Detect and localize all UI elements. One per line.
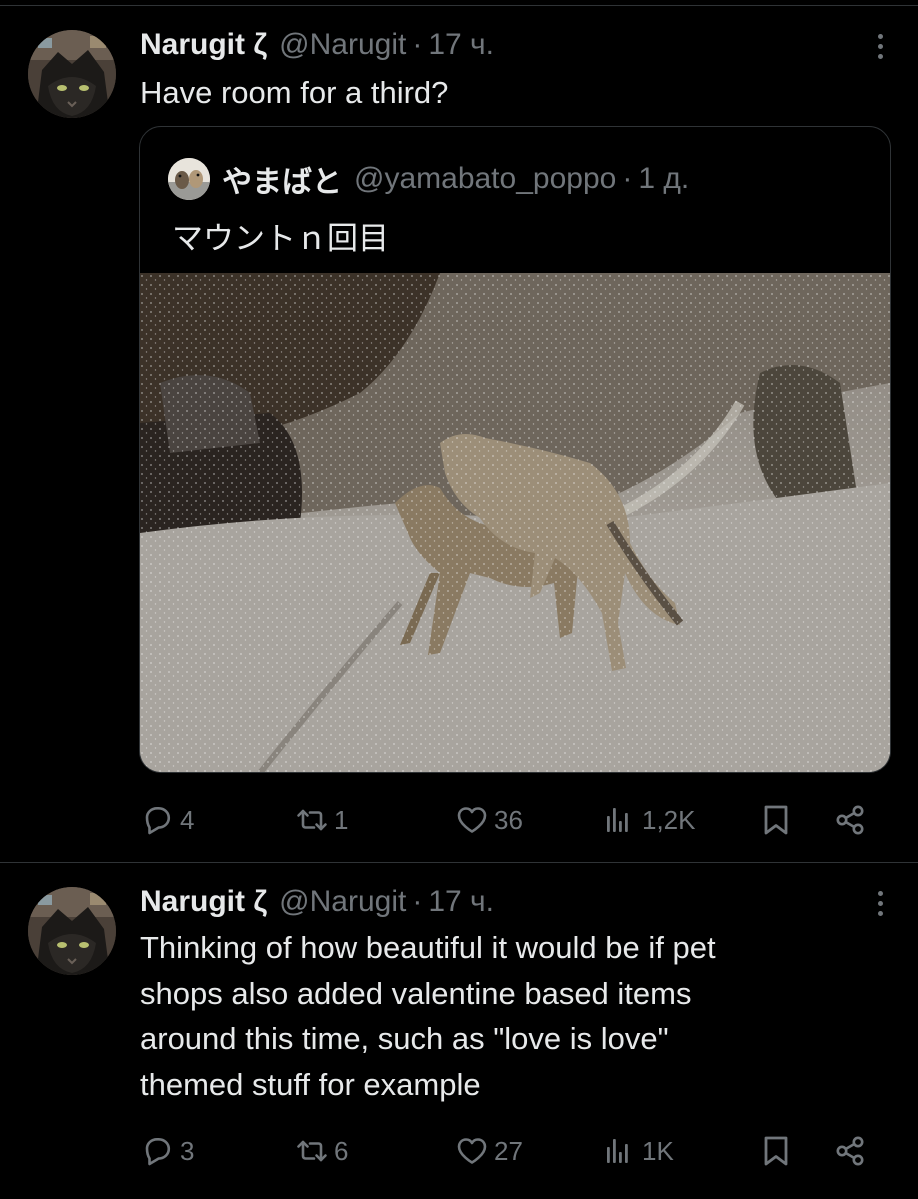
quoted-tweet-header: やまばと @yamabato_poppo · 1 д. <box>168 157 689 201</box>
more-options-icon[interactable] <box>876 891 884 921</box>
tweet[interactable]: Narugit ζ @Narugit · 17 ч. Thinking of h… <box>0 863 918 1199</box>
photo-two-wolves-in-snow-icon <box>140 273 890 772</box>
share-icon <box>836 1136 864 1166</box>
like-count: 27 <box>494 1135 523 1166</box>
views-icon <box>607 1139 628 1163</box>
view-count: 1,2K <box>642 804 696 835</box>
tweet-text-line: shops also added valentine based items <box>140 975 692 1011</box>
author-handle[interactable]: @Narugit <box>279 885 406 919</box>
more-options-icon[interactable] <box>876 34 884 64</box>
bookmark-icon <box>764 1136 788 1166</box>
quoted-photo[interactable] <box>140 273 890 772</box>
separator-dot: · <box>622 162 633 195</box>
retweet-count: 1 <box>334 804 349 835</box>
tweet-actions: 4 1 36 1,2K <box>140 802 880 842</box>
tweet-text: Have room for a third? <box>140 75 449 110</box>
heart-icon <box>457 807 487 833</box>
like-count: 36 <box>494 804 523 835</box>
tweet-text: Thinking of how beautiful it would be if… <box>140 925 870 1107</box>
views-button[interactable]: 1K <box>602 1133 674 1169</box>
timestamp[interactable]: 17 ч. <box>428 885 494 919</box>
author-name[interactable]: Narugit ζ <box>140 28 267 62</box>
avatar[interactable] <box>28 887 116 975</box>
author-name[interactable]: Narugit ζ <box>140 885 267 919</box>
reply-button[interactable]: 4 <box>140 802 194 838</box>
tweet-text-line: themed stuff for example <box>140 1066 481 1102</box>
bookmark-button[interactable] <box>758 802 794 838</box>
reply-button[interactable]: 3 <box>140 1133 194 1169</box>
retweet-count: 6 <box>334 1135 349 1166</box>
share-button[interactable] <box>832 1133 868 1169</box>
quoted-avatar <box>168 158 210 200</box>
quoted-timestamp[interactable]: 1 д. <box>638 162 689 196</box>
reply-icon <box>145 1138 171 1166</box>
timestamp[interactable]: 17 ч. <box>428 28 494 62</box>
separator-dot: · <box>412 28 423 61</box>
quoted-tweet-text: マウントｎ回目 <box>172 221 389 256</box>
view-count: 1K <box>642 1135 674 1166</box>
tweet-actions: 3 6 27 1K <box>140 1133 880 1173</box>
quoted-tweet[interactable]: やまばと @yamabato_poppo · 1 д. マウントｎ回目 <box>139 126 891 773</box>
avatar[interactable] <box>28 30 116 118</box>
retweet-button[interactable]: 1 <box>294 802 348 838</box>
retweet-icon <box>297 809 327 831</box>
reply-count: 3 <box>180 1135 195 1166</box>
share-button[interactable] <box>832 802 868 838</box>
quoted-author-handle[interactable]: @yamabato_poppo <box>354 162 616 196</box>
reply-icon <box>145 806 171 835</box>
tweet-header: Narugit ζ @Narugit · 17 ч. <box>140 885 494 919</box>
tweet-header: Narugit ζ @Narugit · 17 ч. <box>140 28 494 62</box>
tweet-text-line: around this time, such as "love is love" <box>140 1021 669 1056</box>
separator-dot: · <box>412 885 423 918</box>
retweet-icon <box>297 1140 327 1162</box>
share-icon <box>836 805 864 835</box>
author-handle[interactable]: @Narugit <box>279 28 406 62</box>
tweet[interactable]: Narugit ζ @Narugit · 17 ч. Have room for… <box>0 0 918 862</box>
heart-icon <box>457 1138 487 1164</box>
views-icon <box>607 808 628 832</box>
retweet-button[interactable]: 6 <box>294 1133 348 1169</box>
reply-count: 4 <box>180 804 195 835</box>
tweet-text-line: Thinking of how beautiful it would be if… <box>140 930 716 965</box>
like-button[interactable]: 27 <box>454 1133 523 1169</box>
like-button[interactable]: 36 <box>454 802 523 838</box>
quoted-author-name[interactable]: やまばと <box>222 157 342 201</box>
views-button[interactable]: 1,2K <box>602 802 696 838</box>
bookmark-button[interactable] <box>758 1133 794 1169</box>
bookmark-icon <box>764 805 788 835</box>
